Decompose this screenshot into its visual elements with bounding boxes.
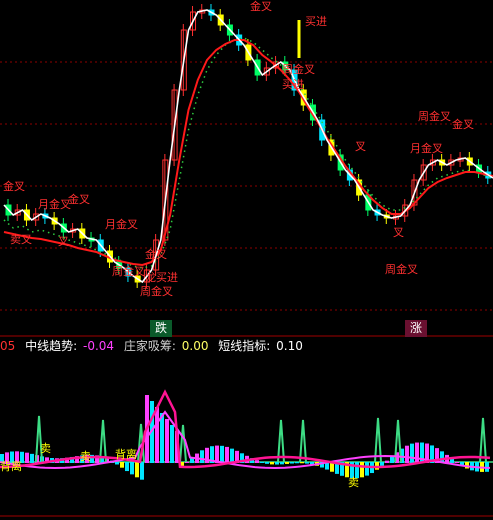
histogram-bar	[360, 462, 364, 478]
annotation-label: 卖叉	[10, 233, 32, 246]
annotation-label: 叉	[355, 140, 366, 153]
histogram-bar	[255, 460, 259, 463]
histogram-bar	[135, 462, 139, 478]
histogram-bar	[225, 446, 229, 463]
signal-spike	[277, 419, 285, 463]
histogram-bar	[25, 452, 29, 463]
histogram-bar	[125, 462, 129, 472]
histogram-bar	[140, 462, 144, 480]
short-name: 短线指标:	[218, 339, 271, 353]
histogram-bar	[30, 453, 34, 463]
indicator-readout-bar: 05 中线趋势: -0.04 庄家吸筹: 0.00 短线指标: 0.10	[0, 337, 493, 355]
annotation-label: 叉	[58, 235, 69, 248]
annotation-label: 叉	[393, 226, 404, 239]
indicator-prefix: 05	[0, 339, 16, 353]
chart-svg: 金叉月金叉金叉月金叉卖叉 叉金叉周金叉 龙买进周金叉金叉买进周金叉买进叉叉周金叉周金…	[0, 0, 493, 517]
histogram-bar	[120, 462, 124, 468]
annotation-label: 龙买进	[145, 271, 178, 284]
annotation-label: 月金叉	[38, 197, 71, 211]
lower-label: 背离	[115, 447, 137, 461]
histogram-bar	[290, 462, 294, 464]
annotation-label: 周金叉	[112, 264, 145, 278]
histogram-bar	[160, 413, 164, 463]
signal-die: 跌	[154, 321, 167, 335]
histogram-bar	[380, 462, 384, 466]
trend-value: -0.04	[82, 339, 115, 353]
histogram-bar	[415, 442, 419, 463]
histogram-bar	[390, 456, 394, 463]
annotation-label: 周金叉	[282, 62, 315, 76]
annotation-label: 周金叉	[418, 109, 451, 123]
histogram-bar	[280, 462, 284, 465]
histogram-bar	[295, 462, 299, 464]
histogram-bar	[385, 460, 389, 463]
annotation-label: 买进	[282, 78, 304, 91]
annotation-label: 月金叉	[410, 141, 443, 155]
annotation-label: 金叉	[68, 192, 90, 206]
histogram-bar	[230, 448, 234, 463]
annotation-label: 月金叉	[105, 217, 138, 231]
histogram-bar	[165, 419, 169, 463]
annotation-label: 周金叉	[385, 262, 418, 276]
signal-spike	[299, 419, 307, 463]
lower-indicator-panel: 卖卖 背离背离卖	[0, 389, 493, 489]
lower-label: 卖	[80, 450, 91, 463]
histogram-bar	[220, 445, 224, 463]
signal-zhang: 涨	[409, 321, 422, 335]
signal-spike	[35, 415, 43, 463]
signal-die-box: 跌	[150, 320, 172, 337]
histogram-bar	[305, 462, 309, 464]
histogram-bar	[170, 425, 174, 463]
trend-name: 中线趋势:	[25, 339, 78, 353]
histogram-bar	[365, 462, 369, 476]
signal-spike	[99, 419, 107, 463]
histogram-bar	[300, 462, 304, 464]
signal-spike	[479, 417, 487, 463]
annotation-label: 金叉	[250, 0, 272, 13]
histogram-bar	[275, 462, 279, 465]
lower-label: 卖	[40, 442, 51, 455]
chart-root: 金叉 月金叉 金叉 月金叉 卖叉叉金叉 周金叉 龙买进 周金叉 金叉 买进 周金叉 买进叉叉周金叉 周金…	[0, 0, 493, 520]
short-value: 0.10	[276, 339, 303, 353]
lower-label: 背离	[0, 459, 22, 473]
annotation-label: 金叉	[3, 179, 25, 193]
histogram-bar	[285, 462, 289, 464]
histogram-bar	[155, 407, 159, 463]
lower-label: 卖	[348, 476, 359, 489]
accumulation-name: 庄家吸筹:	[123, 339, 176, 353]
histogram-bar	[265, 462, 269, 464]
histogram-bar	[410, 443, 414, 463]
histogram-bar	[115, 462, 119, 465]
accumulation-value: 0.00	[181, 339, 209, 353]
histogram-bar	[200, 450, 204, 463]
histogram-bar	[270, 462, 274, 465]
annotation-label: 金叉	[452, 117, 474, 131]
annotation-label: 周金叉	[140, 284, 173, 298]
histogram-bar	[455, 461, 459, 463]
histogram-bar	[260, 461, 264, 463]
histogram-bar	[405, 445, 409, 463]
annotation-label: 金叉	[145, 247, 167, 261]
grid	[0, 61, 493, 517]
histogram-bar	[130, 462, 134, 475]
annotation-label: 买进	[305, 15, 327, 28]
signal-zhang-box: 涨	[405, 320, 427, 337]
